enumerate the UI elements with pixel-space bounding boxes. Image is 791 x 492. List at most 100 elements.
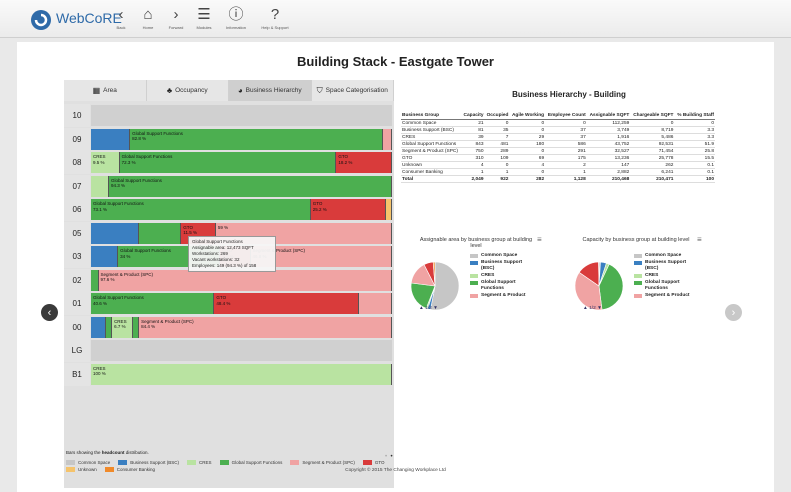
stack-segment-bsc[interactable] <box>91 316 107 338</box>
column-header[interactable]: % Building Staff <box>674 112 715 120</box>
pie-legend-item[interactable]: Global Support Functions <box>634 280 696 292</box>
pager-up-icon[interactable]: ▲ <box>583 306 588 311</box>
stack-segment-gsf[interactable]: Global Support Functions 40.6 % <box>91 293 215 314</box>
pie-legend-item[interactable]: Segment & Product <box>634 293 696 299</box>
stack-segment-gsf[interactable] <box>139 222 182 244</box>
legend-item[interactable]: Common Space <box>66 460 110 465</box>
carousel-dots[interactable]: • • <box>385 454 393 460</box>
floor-bar[interactable]: CRES 100 % <box>91 363 392 385</box>
table-cell: 0 <box>545 119 587 127</box>
stack-segment-unknown[interactable] <box>385 199 392 220</box>
tab-space-categorisation[interactable]: ⛉ Space Categorisation <box>311 80 394 101</box>
floor-bar[interactable] <box>91 105 392 126</box>
stack-segment-gto[interactable]: GTO 48.4 % <box>214 293 359 314</box>
pager-up-icon[interactable]: ▲ <box>419 306 424 311</box>
pie-legend-item[interactable]: CRES <box>470 273 532 279</box>
table-row[interactable]: CRES 39 7 29 37 1,916 5,486 3.3 <box>401 133 715 141</box>
legend-label: Global Support Functions <box>645 280 680 291</box>
nav-info-button[interactable]: ⓘ Information <box>216 6 256 30</box>
tab-business-hierarchy[interactable]: ◕ Business Hierarchy <box>229 80 312 101</box>
legend-pager[interactable]: ▲ 1/2 ▼ <box>419 306 438 311</box>
column-header[interactable]: Assignable SQFT <box>586 112 631 120</box>
stack-segment-bsc[interactable] <box>91 222 140 244</box>
floor-bar[interactable]: Global Support Functions 94.3 % <box>91 175 392 197</box>
stack-segment-cres[interactable]: CRES 9.5 % <box>91 152 120 173</box>
tab-occupancy[interactable]: ♣ Occupancy <box>146 80 229 101</box>
column-header[interactable]: Business Group <box>401 112 462 120</box>
tab-area[interactable]: ▦ Area <box>64 80 147 101</box>
stack-segment-sp[interactable]: Segment & Product (SPC) 84.4 % <box>139 316 392 338</box>
floor-bar[interactable]: CRES 6.7 % Segment & Product (SPC) 84.4 % <box>91 316 392 338</box>
carousel-dot[interactable]: • <box>385 454 387 460</box>
segment-label: Global Support Functions 34 % <box>120 248 171 259</box>
segment-pct: 40.6 % <box>93 300 108 306</box>
legend-swatch <box>66 460 75 465</box>
legend-swatch <box>634 294 642 298</box>
stack-segment-gsf[interactable] <box>91 269 99 291</box>
stack-segment-bsc[interactable] <box>91 246 119 267</box>
nav-help-button[interactable]: ? Help & Support <box>255 6 295 30</box>
chart-menu-icon[interactable]: ≡ <box>697 235 702 244</box>
segment-label: Global Support Functions 94.3 % <box>111 178 162 189</box>
pie-legend-item[interactable]: CRES <box>634 273 696 279</box>
pie-legend-item[interactable]: Common Space <box>470 253 532 259</box>
legend-item[interactable]: CRES <box>187 460 212 465</box>
pager-down-icon[interactable]: ▼ <box>597 306 602 311</box>
floor-label: 00 <box>64 315 90 339</box>
legend-item[interactable]: GTO <box>362 460 385 465</box>
floor-bar[interactable]: Segment & Product (SPC) 97.6 % <box>91 269 392 291</box>
table-row[interactable]: Unknown 4 0 4 2 147 262 0.1 <box>401 161 715 169</box>
stack-segment-sp[interactable] <box>382 128 392 150</box>
floor-bar[interactable]: Global Support Functions 40.6 % GTO 48.4 % <box>91 293 392 314</box>
stack-segment-cres[interactable]: CRES 6.7 % <box>112 316 134 338</box>
table-row[interactable]: Segment & Product (SPC) 750 289 0 291 32,527 7… <box>401 147 715 155</box>
chart-menu-icon[interactable]: ≡ <box>537 235 542 244</box>
table-row[interactable]: GTO 310 109 69 175 13,236 25,778 15.5 <box>401 154 715 162</box>
legend-item[interactable]: Business Support (BSC) <box>118 460 179 465</box>
table-cell: 0 <box>509 147 546 155</box>
table-cell: 1,128 <box>545 175 587 183</box>
stack-segment-sp[interactable] <box>358 293 392 314</box>
stack-segment-sp[interactable]: Segment & Product (SPC) 97.6 % <box>98 269 392 291</box>
floor-bar[interactable]: Global Support Functions 82.8 % <box>91 128 392 150</box>
legend-item[interactable]: Segment & Product (SPC) <box>290 460 355 465</box>
stack-segment-gto[interactable]: GTO 18.2 % <box>336 152 392 173</box>
floor-bar[interactable] <box>91 340 392 361</box>
pie-legend-item[interactable]: Common Space <box>634 253 696 259</box>
carousel-dot-active[interactable]: • <box>390 454 392 460</box>
pie-legend-item[interactable]: Business Support (BSC) <box>634 260 696 272</box>
table-row[interactable]: Business Support (BSC) 81 35 0 37 3,749 8,719 3… <box>401 126 715 134</box>
legend-item[interactable]: Global Support Functions <box>219 460 282 465</box>
pager-down-icon[interactable]: ▼ <box>433 306 438 311</box>
legend-swatch <box>470 294 478 298</box>
carousel-next-button[interactable]: › <box>725 304 742 321</box>
column-header[interactable]: Capacity <box>461 112 485 120</box>
floor-bar[interactable]: CRES 9.5 % Global Support Functions 72.3 % G… <box>91 152 392 173</box>
column-header[interactable]: Occupied <box>484 112 510 120</box>
stack-segment-gsf[interactable]: Global Support Functions 73.1 % <box>91 199 311 220</box>
stack-segment-gto[interactable]: GTO 25.2 % <box>310 199 386 220</box>
stack-segment-gsf[interactable]: Global Support Functions 94.3 % <box>109 175 392 197</box>
stack-segment-cres[interactable]: CRES 100 % <box>91 363 392 385</box>
floor-bar[interactable]: Global Support Functions 73.1 % GTO 25.2 % <box>91 199 392 220</box>
stack-segment-bsc[interactable] <box>91 128 131 150</box>
pie-legend-item[interactable]: Business Support (BSC) <box>470 260 532 272</box>
table-cell: 210,468 <box>586 175 631 183</box>
column-header[interactable]: Employee Count <box>545 112 587 120</box>
table-cell: 6,241 <box>630 168 675 176</box>
table-row[interactable]: Common Space 21 0 0 0 112,259 0 0 <box>401 119 715 127</box>
column-header[interactable]: Agile Working <box>509 112 546 120</box>
stack-segment-gsf[interactable]: Global Support Functions 72.3 % <box>119 152 337 173</box>
stack-segment-gsf[interactable]: Global Support Functions 82.8 % <box>130 128 383 150</box>
carousel-prev-button[interactable]: ‹ <box>41 304 58 321</box>
column-header[interactable]: Chargeable SQFT <box>630 112 675 120</box>
legend-pager[interactable]: ▲ 1/2 ▼ <box>583 306 602 311</box>
pie-legend-item[interactable]: Global Support Functions <box>470 280 532 292</box>
table-cell: 481 <box>484 140 510 148</box>
table-row[interactable]: Global Support Functions 843 481 180 586 43,7… <box>401 140 715 148</box>
table-cell: 2 <box>545 161 587 169</box>
table-cell: 210,471 <box>630 175 675 183</box>
stack-segment-cres[interactable] <box>91 175 110 197</box>
pie-legend-item[interactable]: Segment & Product <box>470 293 532 299</box>
table-row[interactable]: Consumer Banking 1 1 0 1 2,882 6,241 0.1 <box>401 168 715 176</box>
